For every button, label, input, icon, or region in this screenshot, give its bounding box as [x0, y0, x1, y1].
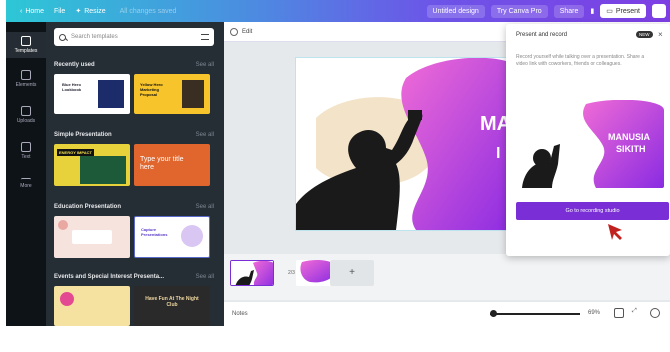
- see-all-link[interactable]: See all: [196, 62, 214, 68]
- all-changes-saved-status: All changes saved: [119, 7, 177, 15]
- templates-icon: [21, 36, 31, 46]
- top-bar: ‹ Home File ✦ Resize All changes saved U…: [6, 0, 670, 22]
- file-menu[interactable]: File: [54, 8, 65, 15]
- preview-title-text: MANUSIA: [608, 132, 650, 142]
- present-button[interactable]: ▭ Present: [600, 4, 646, 18]
- more-icon: [21, 178, 31, 181]
- elements-icon: [21, 70, 31, 80]
- page-thumbnail-art: [231, 261, 273, 285]
- grid-view-icon[interactable]: [614, 308, 624, 318]
- rail-item-more[interactable]: More: [6, 174, 46, 200]
- chart-icon[interactable]: ▮: [590, 7, 594, 15]
- fullscreen-icon[interactable]: ⤢: [632, 308, 642, 318]
- thumbnail-image: [182, 80, 204, 108]
- go-to-recording-studio-button[interactable]: Go to recording studio: [516, 202, 669, 220]
- editor-footer: Notes 69% ⤢: [224, 302, 670, 326]
- template-thumbnail[interactable]: Blue Hero Lookbook: [54, 74, 130, 114]
- upload-icon: [21, 106, 31, 116]
- slide-canvas[interactable]: MA I: [296, 58, 520, 230]
- section-header-events: Events and Special Interest Presenta... …: [54, 274, 214, 280]
- section-header-simple-presentation: Simple Presentation See all: [54, 132, 214, 138]
- thumbnail-shape: [58, 220, 68, 230]
- download-button[interactable]: [652, 4, 666, 18]
- edit-label[interactable]: Edit: [242, 29, 252, 35]
- rail-item-text[interactable]: Text: [6, 138, 46, 164]
- search-icon: [59, 33, 66, 41]
- new-badge: NEW: [636, 31, 653, 38]
- see-all-link[interactable]: See all: [196, 132, 214, 138]
- resize-button[interactable]: ✦ Resize: [75, 7, 105, 16]
- try-pro-button[interactable]: Try Canva Pro: [490, 4, 548, 18]
- search-input[interactable]: Search templates: [54, 28, 214, 46]
- home-button[interactable]: ‹ Home: [20, 8, 44, 15]
- close-icon[interactable]: ×: [658, 30, 663, 39]
- rail-item-uploads[interactable]: Uploads: [6, 102, 46, 128]
- popup-title: Present and record: [516, 32, 568, 38]
- thumbnail-card: [72, 230, 112, 244]
- help-icon[interactable]: [650, 308, 660, 318]
- template-thumbnail[interactable]: [54, 216, 130, 258]
- popup-preview-image: MANUSIA SIKITH: [516, 100, 664, 188]
- design-title[interactable]: Untitled design: [426, 4, 485, 18]
- zoom-level[interactable]: 69%: [588, 310, 600, 316]
- see-all-link[interactable]: See all: [196, 204, 214, 210]
- zoom-slider[interactable]: [490, 313, 580, 315]
- resize-icon: ✦: [75, 8, 82, 15]
- slide-subtitle-text[interactable]: I: [496, 145, 500, 162]
- left-rail: Templates Elements Uploads Text More: [6, 22, 46, 326]
- template-thumbnail[interactable]: Capture Presentations: [134, 216, 210, 258]
- slide-artwork: MA I: [296, 58, 520, 230]
- template-thumbnail[interactable]: Yellow Hero Marketing Proposal: [134, 74, 210, 114]
- page-number: 2/3: [288, 270, 295, 276]
- present-icon: ▭: [606, 8, 613, 15]
- add-page-button[interactable]: +: [330, 260, 374, 286]
- preview-artwork: MANUSIA SIKITH: [516, 100, 664, 188]
- templates-panel: Search templates Recently used See all B…: [46, 22, 224, 326]
- page-filmstrip: 2/3 +: [224, 254, 670, 300]
- share-button[interactable]: Share: [553, 4, 585, 18]
- thumbnail-image: [181, 225, 203, 247]
- thumbnail-shape: [60, 292, 74, 306]
- canva-editor-window: ‹ Home File ✦ Resize All changes saved U…: [6, 0, 670, 326]
- template-thumbnail[interactable]: ENERGY IMPACT: [54, 144, 130, 186]
- text-icon: [21, 142, 31, 152]
- notes-button[interactable]: Notes: [232, 311, 248, 317]
- thumbnail-image: [80, 156, 126, 184]
- mouse-cursor-icon: [608, 224, 622, 240]
- preview-title-text-2: SIKITH: [616, 144, 646, 154]
- chevron-left-icon: ‹: [20, 7, 23, 15]
- see-all-link[interactable]: See all: [196, 274, 214, 280]
- rail-item-elements[interactable]: Elements: [6, 66, 46, 92]
- thumbnail-image: [98, 80, 124, 108]
- template-thumbnail[interactable]: Have Fun At The Night Club: [134, 286, 210, 326]
- page-thumbnail[interactable]: [230, 260, 274, 286]
- present-and-record-popup: Present and record NEW × Record yourself…: [506, 24, 670, 256]
- zoom-slider-handle[interactable]: [490, 310, 497, 317]
- section-header-education-presentation: Education Presentation See all: [54, 204, 214, 210]
- rail-item-templates[interactable]: Templates: [6, 32, 46, 58]
- filter-icon[interactable]: [201, 34, 209, 40]
- popup-description: Record yourself while talking over a pre…: [516, 54, 645, 67]
- edit-icon[interactable]: [230, 27, 238, 36]
- template-thumbnail[interactable]: Type your title here: [134, 144, 210, 186]
- section-header-recently-used: Recently used See all: [54, 62, 214, 68]
- template-thumbnail[interactable]: [54, 286, 130, 326]
